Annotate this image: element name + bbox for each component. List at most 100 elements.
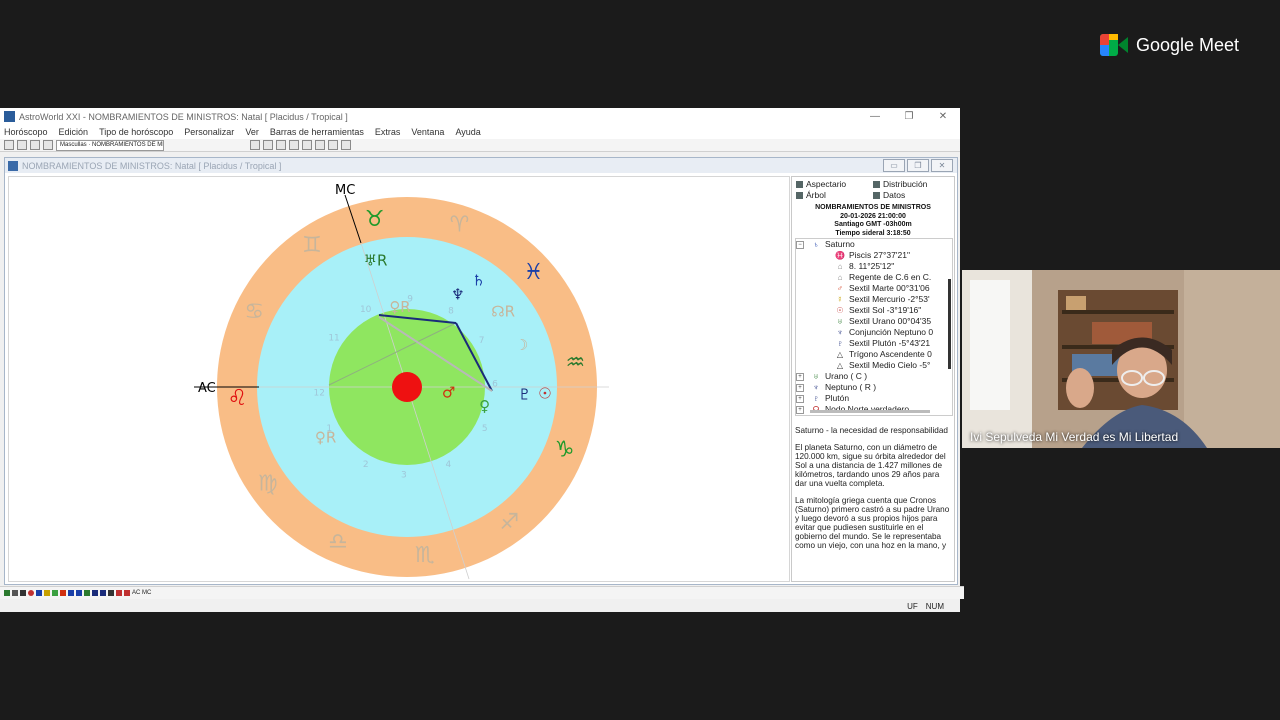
- chart-location: Santiago GMT -03h00m: [834, 221, 912, 228]
- close-button[interactable]: ✕: [926, 111, 960, 122]
- tree-scrollbar[interactable]: [948, 279, 951, 369]
- child-minimize-button[interactable]: ▭: [883, 159, 905, 172]
- tab-distribucion[interactable]: Distribución: [873, 179, 950, 189]
- window-titlebar[interactable]: AstroWorld XXI - NOMBRAMIENTOS DE MINIST…: [0, 108, 960, 125]
- pluto-icon[interactable]: [100, 590, 106, 596]
- collapse-icon[interactable]: −: [796, 240, 804, 249]
- zodiac-sign-icon: ♓: [523, 260, 543, 285]
- tree-detail[interactable]: ♓ Piscis 27°37'21": [796, 250, 952, 261]
- tree-detail[interactable]: ⌂ 8. 11°25'12": [796, 261, 952, 272]
- dropdown-icon[interactable]: [12, 590, 18, 596]
- ac-mc-toggle[interactable]: AC MC: [132, 590, 151, 596]
- tree-detail[interactable]: ♆ Conjunción Neptuno 0: [796, 327, 952, 338]
- tree-item-urano[interactable]: + ♅ Urano ( C ): [796, 371, 952, 382]
- house-number: 6: [492, 379, 498, 389]
- menu-extras[interactable]: Extras: [375, 127, 401, 137]
- menu-barras[interactable]: Barras de herramientas: [270, 127, 364, 137]
- preview-icon[interactable]: [328, 140, 338, 150]
- tab-label: Árbol: [806, 190, 826, 200]
- zodiac-sign-icon: ♎: [328, 529, 348, 554]
- venus-icon[interactable]: [52, 590, 58, 596]
- menu-personalizar[interactable]: Personalizar: [184, 127, 234, 137]
- mercury-icon[interactable]: [44, 590, 50, 596]
- tree-detail[interactable]: ⌂ Regente de C.6 en C.: [796, 272, 952, 283]
- expand-icon[interactable]: +: [796, 394, 804, 403]
- sidereal-time: Tiempo sideral 3:18:50: [835, 229, 911, 237]
- house-number: 5: [482, 424, 488, 434]
- horoscope-chart[interactable]: AC MC ♉ ♈ ♓ ♒ ♑ ♐ ♏ ♎ ♍ ♌ ♋ ♊ 1 2 3 4 5 6 7 8 9 10 11 12 ♅R ♆ ♄ ☊…: [8, 176, 790, 582]
- tab-arbol[interactable]: Árbol: [796, 190, 873, 200]
- expand-icon[interactable]: +: [796, 405, 804, 414]
- menu-ver[interactable]: Ver: [245, 127, 259, 137]
- child-close-button[interactable]: ✕: [931, 159, 953, 172]
- menu-ventana[interactable]: Ventana: [411, 127, 444, 137]
- toolbar-edit-icon[interactable]: [43, 140, 53, 150]
- node-icon[interactable]: [116, 590, 122, 596]
- aspectario-icon: [796, 180, 803, 188]
- expand-icon[interactable]: +: [796, 372, 804, 381]
- tab-datos[interactable]: Datos: [873, 190, 950, 200]
- planet-tree[interactable]: − ♄ Saturno ♓ Piscis 27°37'21" ⌂ 8. 11°25'12…: [795, 238, 953, 416]
- neptune-icon[interactable]: [92, 590, 98, 596]
- tree-item-neptuno[interactable]: + ♆ Neptuno ( R ): [796, 382, 952, 393]
- neptune-icon: ♆: [813, 383, 819, 392]
- menu-tipo-horoscopo[interactable]: Tipo de horóscopo: [99, 127, 173, 137]
- tree-item-pluton[interactable]: + ♇ Plutón: [796, 393, 952, 404]
- tree-detail[interactable]: △ Sextil Medio Cielo -5°: [796, 360, 952, 371]
- chart-info: NOMBRAMIENTOS DE MINISTROS 20-01-2026 21…: [792, 202, 954, 241]
- menu-edicion[interactable]: Edición: [59, 127, 89, 137]
- chart-selector-input[interactable]: Mascullas · NOMBRAMIENTOS DE MINIST: [56, 139, 164, 151]
- list-icon[interactable]: [315, 140, 325, 150]
- tree-detail[interactable]: △ Trígono Ascendente 0: [796, 349, 952, 360]
- text-icon[interactable]: [20, 590, 26, 596]
- child-titlebar[interactable]: NOMBRAMIENTOS DE MINISTROS: Natal [ Plac…: [5, 158, 957, 173]
- toolbar-settings-icon[interactable]: [30, 140, 40, 150]
- draw-icon[interactable]: [302, 140, 312, 150]
- tree-label: Piscis 27°37'21": [849, 250, 910, 260]
- expand-icon[interactable]: +: [796, 383, 804, 392]
- child-maximize-button[interactable]: ❐: [907, 159, 929, 172]
- status-num: NUM: [925, 601, 944, 611]
- house-number: 3: [401, 470, 407, 480]
- tree-label: Sextil Mercurio -2°53': [849, 294, 930, 304]
- help-icon[interactable]: [341, 140, 351, 150]
- chart-datetime: 20-01-2026 21:00:00: [840, 212, 906, 220]
- maximize-button[interactable]: ❐: [892, 111, 926, 122]
- tree-label: Plutón: [825, 393, 850, 403]
- tree-detail[interactable]: ♂ Sextil Marte 00°31'06: [796, 283, 952, 294]
- lilith-icon[interactable]: [108, 590, 114, 596]
- zodiac-sign-icon: ♌: [228, 386, 248, 411]
- open-folder-icon[interactable]: [263, 140, 273, 150]
- new-file-icon[interactable]: [250, 140, 260, 150]
- planet-icon: ♀R: [315, 428, 336, 446]
- menu-ayuda[interactable]: Ayuda: [455, 127, 480, 137]
- save-icon[interactable]: [276, 140, 286, 150]
- tree-detail[interactable]: ☿ Sextil Mercurio -2°53': [796, 294, 952, 305]
- tree-detail[interactable]: ♇ Sextil Plutón -5°43'21: [796, 338, 952, 349]
- tab-aspectario[interactable]: Aspectario: [796, 179, 873, 189]
- tree-label: Trígono Ascendente 0: [849, 349, 932, 359]
- menu-horoscopo[interactable]: Horóscopo: [4, 127, 48, 137]
- horoscope-wheel[interactable]: AC MC ♉ ♈♓♒♑♐♏♎♍♌♋♊ 123456789101112 ♅R♆♄☊…: [9, 177, 789, 581]
- print-icon[interactable]: [289, 140, 299, 150]
- saturn-icon[interactable]: [76, 590, 82, 596]
- participant-video[interactable]: Ivi Sepulveda Mi Verdad es Mi Libertad: [962, 270, 1280, 448]
- planet-filter-icon[interactable]: [4, 590, 10, 596]
- tree-detail[interactable]: ☉ Sextil Sol -3°19'16": [796, 305, 952, 316]
- toolbar-gear-icon[interactable]: [4, 140, 14, 150]
- tree-item-saturno[interactable]: − ♄ Saturno: [796, 239, 952, 250]
- uranus-icon[interactable]: [84, 590, 90, 596]
- mars-icon[interactable]: [60, 590, 66, 596]
- tree-detail[interactable]: ♅ Sextil Urano 00°04'35: [796, 316, 952, 327]
- jupiter-icon[interactable]: [68, 590, 74, 596]
- description-paragraph: La mitología griega cuenta que Cronos (S…: [795, 496, 950, 550]
- sun-icon[interactable]: [28, 590, 34, 596]
- tree-hscrollbar[interactable]: [810, 410, 930, 413]
- tree-label: Regente de C.6 en C.: [849, 272, 932, 282]
- toolbar-dropdown-icon[interactable]: [17, 140, 27, 150]
- planet-icon: ☽: [515, 336, 528, 354]
- moon-icon[interactable]: [36, 590, 42, 596]
- meet-brand-text: Google Meet: [1136, 34, 1240, 55]
- fortune-icon[interactable]: [124, 590, 130, 596]
- minimize-button[interactable]: —: [858, 111, 892, 122]
